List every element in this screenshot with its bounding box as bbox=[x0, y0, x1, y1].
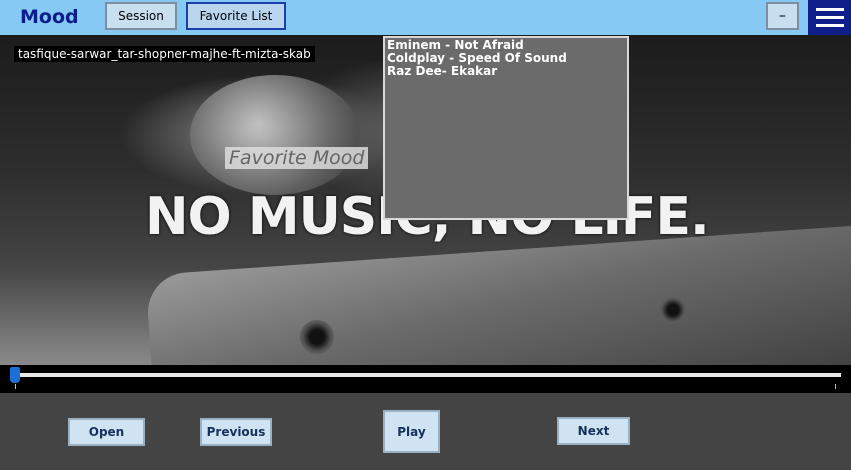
seek-thumb[interactable] bbox=[10, 367, 20, 383]
background-image-area: NO MUSIC, NO LIFE. tasfique-sarwar_tar-s… bbox=[0, 35, 851, 365]
top-bar: Mood Session Favorite List – bbox=[0, 0, 851, 35]
hamburger-icon bbox=[815, 8, 844, 11]
seek-bar[interactable] bbox=[0, 365, 851, 393]
seek-tick bbox=[15, 384, 16, 389]
seek-tick bbox=[835, 384, 836, 389]
app-title: Mood bbox=[20, 6, 79, 28]
minimize-button[interactable]: – bbox=[766, 2, 799, 30]
previous-button[interactable]: Previous bbox=[200, 418, 272, 446]
control-panel: Open Previous Play Next bbox=[0, 393, 851, 470]
open-button[interactable]: Open bbox=[68, 418, 145, 446]
session-button[interactable]: Session bbox=[105, 2, 177, 30]
playlist-item[interactable]: Raz Dee- Ekakar bbox=[387, 65, 625, 78]
now-playing-track: tasfique-sarwar_tar-shopner-majhe-ft-miz… bbox=[14, 46, 315, 62]
play-button[interactable]: Play bbox=[383, 410, 440, 453]
hamburger-menu-button[interactable] bbox=[808, 0, 851, 35]
favorite-list-button[interactable]: Favorite List bbox=[186, 2, 286, 30]
seek-track[interactable] bbox=[13, 373, 841, 377]
favorite-mood-label: Favorite Mood bbox=[225, 147, 369, 169]
playlist-box[interactable]: Eminem - Not Afraid Coldplay - Speed Of … bbox=[383, 36, 629, 220]
button-graphic bbox=[660, 297, 686, 323]
next-button[interactable]: Next bbox=[557, 417, 630, 445]
headphone-port-graphic bbox=[300, 320, 334, 354]
earbud-graphic bbox=[190, 75, 360, 195]
